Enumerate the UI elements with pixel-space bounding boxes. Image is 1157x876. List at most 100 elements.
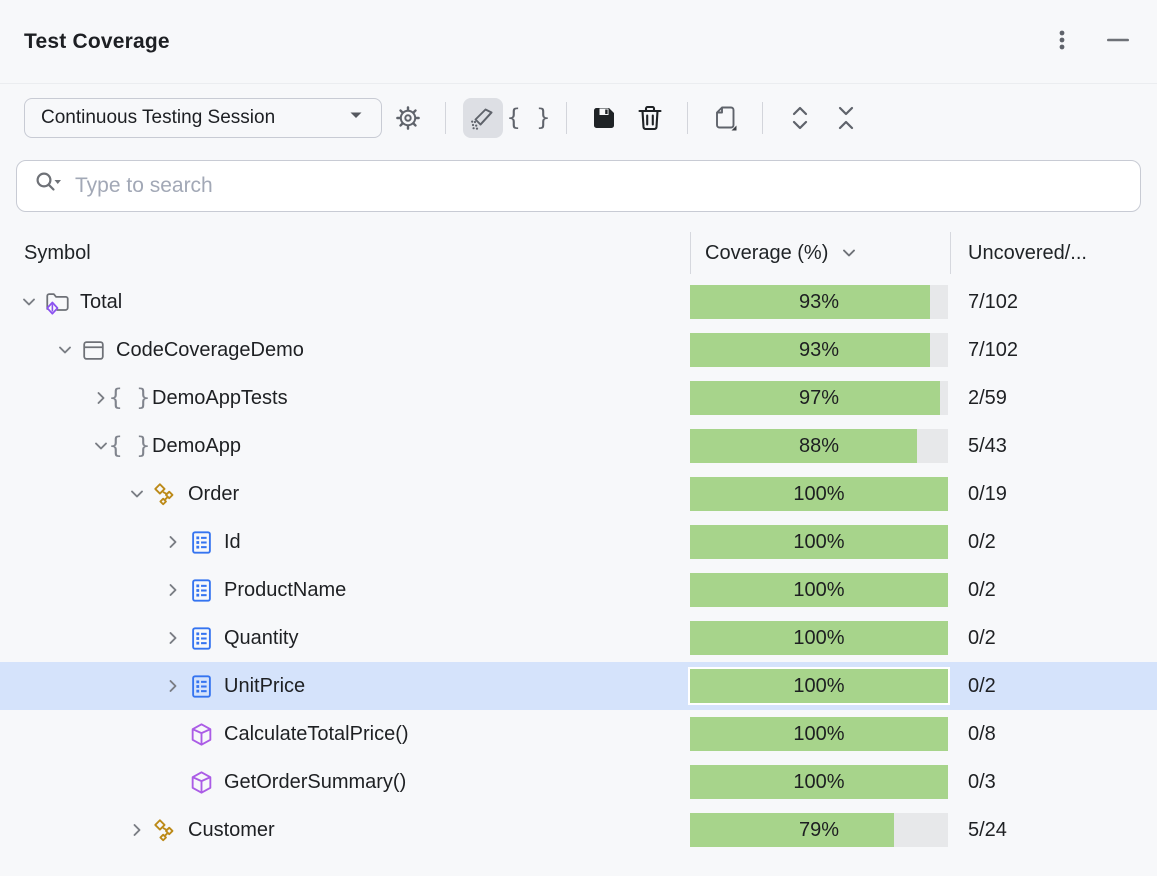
table-header: Symbol Coverage (%) Uncovered/... <box>0 228 1157 278</box>
session-selector[interactable]: Continuous Testing Session <box>24 98 382 138</box>
expand-chevron-icon[interactable] <box>160 577 186 603</box>
panel-title: Test Coverage <box>24 30 170 54</box>
search-input[interactable] <box>75 174 1126 198</box>
highlight-coverage-button[interactable] <box>463 98 503 138</box>
symbol-label: Order <box>188 483 239 506</box>
coverage-cell: 93% <box>690 333 948 367</box>
coverage-percent-label: 100% <box>690 717 948 751</box>
tree-row-id[interactable]: Id 100% 0/2 <box>0 518 1157 566</box>
kebab-menu-icon <box>1049 27 1075 56</box>
minimize-icon <box>1104 26 1132 57</box>
coverage-tree: Total 93% 7/102 CodeCoverageDemo 93% 7/1… <box>0 278 1157 876</box>
collapse-chevron-icon[interactable] <box>124 481 150 507</box>
collapse-chevron-icon[interactable] <box>52 337 78 363</box>
uncovered-cell: 7/102 <box>968 291 1157 314</box>
symbol-label: Total <box>80 291 122 314</box>
symbol-label: UnitPrice <box>224 675 305 698</box>
save-snapshot-button[interactable] <box>584 98 624 138</box>
tree-row-productname[interactable]: ProductName 100% 0/2 <box>0 566 1157 614</box>
solution-coverage-icon <box>44 289 71 316</box>
tree-row-codecoveragedemo[interactable]: CodeCoverageDemo 93% 7/102 <box>0 326 1157 374</box>
coverage-bar: 88% <box>690 429 948 463</box>
tree-row-total[interactable]: Total 93% 7/102 <box>0 278 1157 326</box>
coverage-bar: 100% <box>690 477 948 511</box>
coverage-cell: 100% <box>690 573 948 607</box>
tree-row-demoapptests[interactable]: { } DemoAppTests 97% 2/59 <box>0 374 1157 422</box>
settings-button[interactable] <box>388 98 428 138</box>
more-options-button[interactable] <box>1043 23 1081 61</box>
coverage-bar: 100% <box>690 573 948 607</box>
uncovered-cell: 5/43 <box>968 435 1157 458</box>
coverage-cell: 100% <box>690 477 948 511</box>
save-icon <box>589 103 619 133</box>
collapse-chevron-icon[interactable] <box>16 289 42 315</box>
show-members-button[interactable]: { } <box>509 98 549 138</box>
symbol-label: ProductName <box>224 579 346 602</box>
tree-row-unitprice[interactable]: UnitPrice 100% 0/2 <box>0 662 1157 710</box>
property-icon <box>188 625 215 652</box>
toolbar-buttons: { } <box>382 98 866 138</box>
symbol-label: Quantity <box>224 627 298 650</box>
tree-row-order[interactable]: Order 100% 0/19 <box>0 470 1157 518</box>
coverage-percent-label: 100% <box>690 669 948 703</box>
coverage-toolbar: Continuous Testing Session { } <box>0 84 1157 152</box>
hide-panel-button[interactable] <box>1099 23 1137 61</box>
expander-spacer <box>160 769 186 795</box>
uncovered-cell: 0/2 <box>968 675 1157 698</box>
test-coverage-tool-window: Test Coverage Continuous Testing Session <box>0 0 1157 876</box>
expand-all-button[interactable] <box>780 98 820 138</box>
titlebar-actions <box>1043 23 1137 61</box>
column-header-coverage[interactable]: Coverage (%) <box>691 242 950 265</box>
toolbar-divider <box>762 102 763 134</box>
coverage-bar: 97% <box>690 381 948 415</box>
uncovered-cell: 2/59 <box>968 387 1157 410</box>
collapse-all-icon <box>831 103 861 133</box>
tree-row-getordersummary[interactable]: GetOrderSummary() 100% 0/3 <box>0 758 1157 806</box>
module-icon <box>80 337 107 364</box>
coverage-percent-label: 93% <box>690 285 948 319</box>
expand-chevron-icon[interactable] <box>160 673 186 699</box>
property-icon <box>188 673 215 700</box>
coverage-bar: 100% <box>690 717 948 751</box>
tree-row-demoapp[interactable]: { } DemoApp 88% 5/43 <box>0 422 1157 470</box>
column-header-symbol[interactable]: Symbol <box>0 242 690 265</box>
coverage-percent-label: 100% <box>690 525 948 559</box>
sort-chevron-down-icon <box>840 244 858 262</box>
export-icon <box>710 103 740 133</box>
uncovered-cell: 7/102 <box>968 339 1157 362</box>
search-field[interactable] <box>16 160 1141 212</box>
coverage-percent-label: 100% <box>690 621 948 655</box>
coverage-cell: 100% <box>690 717 948 751</box>
tree-row-customer[interactable]: Customer 79% 5/24 <box>0 806 1157 854</box>
symbol-label: CalculateTotalPrice() <box>224 723 409 746</box>
coverage-cell: 93% <box>690 285 948 319</box>
uncovered-cell: 0/2 <box>968 579 1157 602</box>
column-header-coverage-label: Coverage (%) <box>705 242 828 265</box>
tree-row-calculatetotalprice[interactable]: CalculateTotalPrice() 100% 0/8 <box>0 710 1157 758</box>
namespace-icon: { } <box>116 385 143 412</box>
uncovered-cell: 0/19 <box>968 483 1157 506</box>
session-selector-value: Continuous Testing Session <box>41 107 345 129</box>
coverage-bar: 79% <box>690 813 948 847</box>
property-icon <box>188 577 215 604</box>
tree-row-quantity[interactable]: Quantity 100% 0/2 <box>0 614 1157 662</box>
trash-icon <box>635 103 665 133</box>
symbol-label: DemoAppTests <box>152 387 288 410</box>
symbol-label: CodeCoverageDemo <box>116 339 304 362</box>
coverage-bar: 93% <box>690 285 948 319</box>
coverage-bar: 100% <box>690 765 948 799</box>
delete-snapshot-button[interactable] <box>630 98 670 138</box>
coverage-cell: 100% <box>690 765 948 799</box>
gear-icon <box>393 103 423 133</box>
expand-chevron-icon[interactable] <box>124 817 150 843</box>
coverage-bar: 100% <box>690 525 948 559</box>
expand-chevron-icon[interactable] <box>160 625 186 651</box>
export-report-button[interactable] <box>705 98 745 138</box>
coverage-cell: 79% <box>690 813 948 847</box>
method-icon <box>188 769 215 796</box>
coverage-bar: 100% <box>690 621 948 655</box>
collapse-all-button[interactable] <box>826 98 866 138</box>
column-header-uncovered[interactable]: Uncovered/... <box>951 242 1157 265</box>
uncovered-cell: 0/2 <box>968 627 1157 650</box>
expand-chevron-icon[interactable] <box>160 529 186 555</box>
